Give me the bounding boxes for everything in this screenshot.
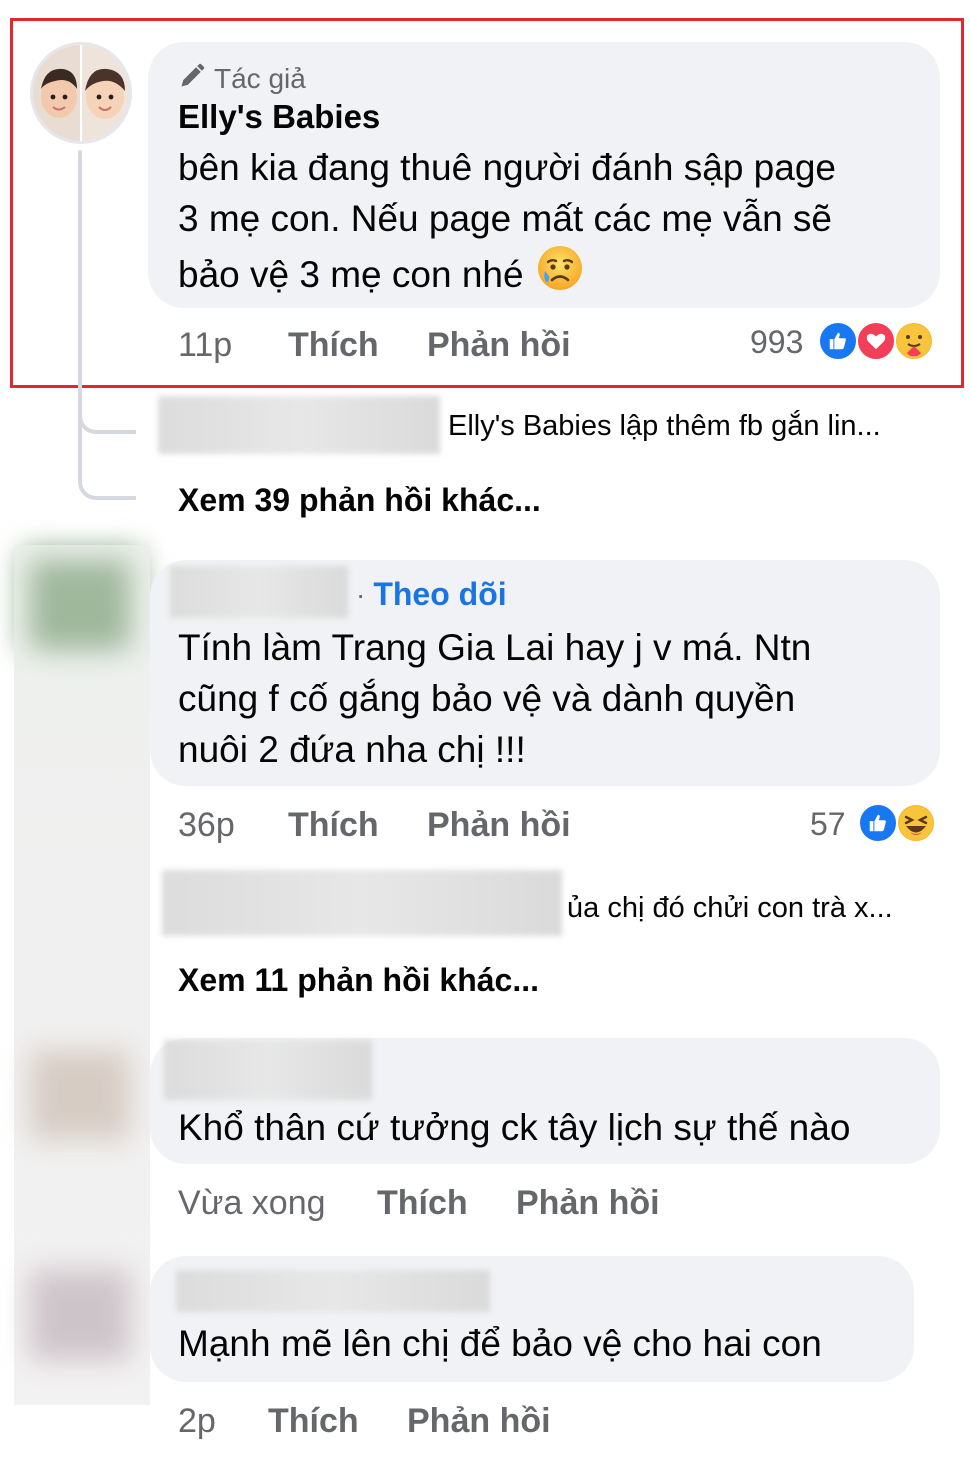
blurred-author [164, 1040, 372, 1100]
like-icon [818, 321, 858, 361]
thread-connector [78, 470, 136, 500]
reaction-count: 57 [810, 806, 846, 842]
reaction-summary[interactable]: 57 [790, 800, 950, 850]
reply-button[interactable]: Phản hồi [407, 1402, 551, 1441]
like-button[interactable]: Thích [288, 806, 379, 845]
comment-text: Tính làm Trang Gia Lai hay j v má. Ntn c… [178, 627, 812, 770]
comment-bubble: Mạnh mẽ lên chị để bảo vệ cho hai con [150, 1256, 914, 1382]
pencil-icon [178, 62, 206, 95]
thread-line [78, 150, 82, 480]
comment-text: Mạnh mẽ lên chị để bảo vệ cho hai con [178, 1323, 822, 1364]
author-avatar[interactable] [30, 42, 132, 144]
comment-bubble: Tác giả Elly's Babies bên kia đang thuê … [148, 42, 940, 308]
reply-button[interactable]: Phản hồi [427, 326, 571, 365]
comment-bubble: · Theo dõi Tính làm Trang Gia Lai hay j … [150, 560, 940, 786]
crying-face-icon [536, 244, 584, 305]
reply-preview[interactable]: ủa chị đó chửi con trà x... [567, 892, 893, 925]
comment-time[interactable]: 2p [178, 1402, 216, 1441]
love-icon [856, 321, 896, 361]
comment-text: bên kia đang thuê người đánh sập page 3 … [178, 142, 836, 305]
follow-button[interactable]: Theo dõi [373, 576, 506, 613]
blurred-author [170, 566, 348, 618]
reply-preview[interactable]: Elly's Babies lập thêm fb gắn lin... [448, 410, 881, 443]
reply-button[interactable]: Phản hồi [427, 806, 571, 845]
care-icon [894, 321, 934, 361]
reaction-count: 993 [750, 324, 804, 360]
blurred-avatar [30, 1270, 130, 1360]
comment-time[interactable]: 36p [178, 806, 235, 845]
reaction-summary[interactable]: 993 [720, 318, 950, 368]
view-more-replies[interactable]: Xem 39 phản hồi khác... [178, 482, 541, 519]
blurred-replier [162, 870, 562, 936]
view-more-replies[interactable]: Xem 11 phản hồi khác... [178, 962, 539, 999]
comment-text: Khổ thân cứ tưởng ck tây lịch sự thế nào [178, 1107, 851, 1148]
like-button[interactable]: Thích [377, 1184, 468, 1223]
reply-button[interactable]: Phản hồi [516, 1184, 660, 1223]
blurred-author [176, 1270, 490, 1312]
blurred-replier [158, 396, 440, 454]
haha-icon [896, 803, 936, 843]
blurred-avatar [30, 560, 130, 650]
comment-author[interactable]: Elly's Babies [178, 98, 380, 136]
author-badge: Tác giả [214, 62, 306, 94]
comment-time[interactable]: 11p [178, 326, 232, 365]
thread-connector [78, 404, 136, 434]
like-button[interactable]: Thích [288, 326, 379, 365]
comment-bubble: Khổ thân cứ tưởng ck tây lịch sự thế nào [150, 1038, 940, 1164]
comment-time[interactable]: Vừa xong [178, 1184, 326, 1223]
like-button[interactable]: Thích [268, 1402, 359, 1441]
blurred-avatar [30, 1050, 130, 1140]
like-icon [858, 803, 898, 843]
